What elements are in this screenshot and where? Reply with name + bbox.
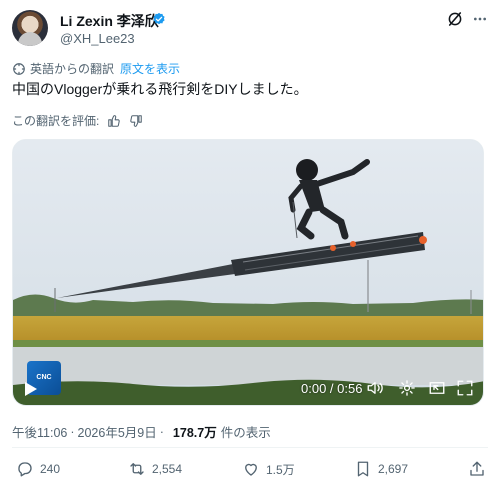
repost-button[interactable]: 2,554 (128, 460, 182, 478)
video-time: 0:00 / 0:56 (301, 381, 363, 396)
reply-button[interactable]: 240 (16, 460, 60, 478)
tweet-text: 中国のVloggerが乗れる飛行剣をDIYしました。 (12, 81, 308, 97)
heart-icon (245, 463, 257, 476)
repost-count: 2,554 (152, 462, 183, 476)
thumbs-down-icon[interactable] (129, 114, 143, 128)
repost-icon (130, 463, 144, 475)
views-count: 178.7万 (172, 426, 217, 440)
author-handle[interactable]: @XH_Lee23 (60, 31, 135, 46)
translation-label: 英語からの翻訳 (30, 62, 115, 76)
author-name[interactable]: Li Zexin 李泽欣 (60, 11, 159, 31)
share-button[interactable] (468, 460, 492, 478)
bookmark-count: 2,697 (378, 462, 409, 476)
thumbs-up-icon[interactable] (107, 114, 121, 128)
post-date[interactable]: 2026年5月9日 (78, 422, 157, 441)
translation-notice: 英語からの翻訳 原文を表示 (12, 60, 180, 77)
rate-label: この翻訳を評価: (12, 114, 100, 128)
fullscreen-icon[interactable] (456, 379, 474, 397)
reply-icon (18, 462, 32, 477)
video-player[interactable]: CNC 0:00 / 0:56 (12, 139, 484, 406)
tweet-meta: 午後11:06 · 2026年5月9日 · 178.7万 件の表示 (12, 422, 271, 441)
show-original-link[interactable]: 原文を表示 (120, 60, 180, 77)
avatar[interactable] (12, 10, 48, 46)
gear-icon[interactable] (398, 379, 416, 397)
action-bar: 240 2,554 1.5万 2,697 (12, 460, 488, 480)
bookmark-icon (357, 461, 369, 477)
video-frame (13, 140, 483, 405)
verified-badge-icon (153, 12, 165, 25)
share-icon (470, 461, 484, 476)
post-time[interactable]: 午後11:06 (12, 422, 67, 441)
rate-translation: この翻訳を評価: (12, 112, 143, 129)
bookmark-button[interactable]: 2,697 (354, 460, 408, 478)
like-button[interactable]: 1.5万 (242, 460, 295, 478)
pip-icon[interactable] (428, 379, 446, 397)
views-label: 件の表示 (220, 426, 271, 440)
more-icon[interactable] (472, 11, 488, 27)
reply-count: 240 (40, 462, 61, 476)
like-count: 1.5万 (266, 462, 295, 477)
meta-separator: · (70, 424, 75, 439)
tweet-header: Li Zexin 李泽欣 @XH_Lee23 (12, 10, 488, 50)
divider (12, 447, 488, 448)
translate-icon (13, 62, 25, 75)
meta-separator-2: · (159, 424, 164, 439)
play-icon[interactable] (25, 382, 37, 396)
volume-icon[interactable] (366, 379, 384, 397)
grok-icon[interactable] (446, 10, 464, 28)
